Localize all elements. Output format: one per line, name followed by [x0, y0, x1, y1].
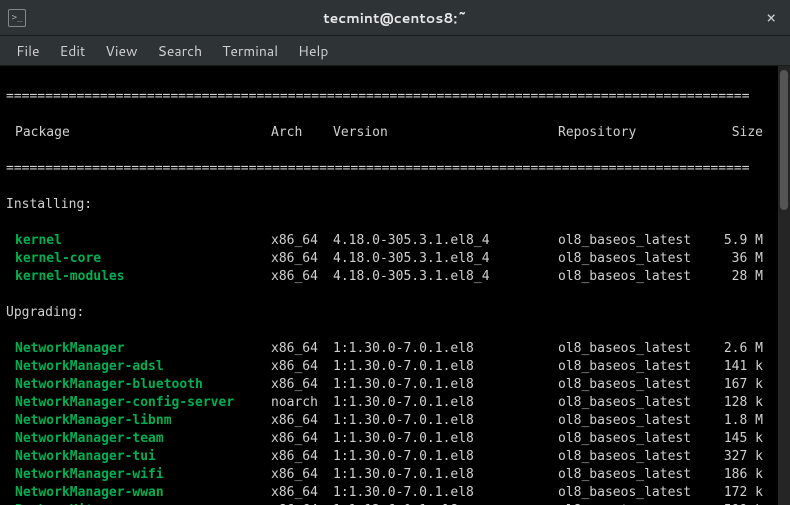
package-version: 1:1.30.0-7.0.1.el8 [333, 340, 558, 358]
package-repo: ol8_baseos_latest [558, 448, 713, 466]
package-version: 1:1.30.0-7.0.1.el8 [333, 448, 558, 466]
package-size: 327 k [713, 448, 763, 466]
package-arch: x86_64 [271, 484, 333, 502]
header-arch: Arch [271, 124, 333, 142]
package-arch: x86_64 [271, 466, 333, 484]
package-repo: ol8_baseos_latest [558, 430, 713, 448]
column-headers: PackageArchVersionRepositorySize [6, 124, 784, 142]
header-size: Size [713, 124, 763, 142]
package-arch: x86_64 [271, 358, 333, 376]
package-size: 145 k [713, 430, 763, 448]
menu-view[interactable]: View [95, 37, 147, 65]
package-arch: x86_64 [271, 232, 333, 250]
package-size: 128 k [713, 394, 763, 412]
package-row: kernel-modulesx86_644.18.0-305.3.1.el8_4… [6, 268, 784, 286]
menu-search[interactable]: Search [148, 37, 213, 65]
scrollbar[interactable] [778, 66, 790, 505]
package-repo: ol8_baseos_latest [558, 232, 713, 250]
header-package: Package [6, 124, 271, 142]
package-repo: ol8_baseos_latest [558, 268, 713, 286]
package-size: 28 M [713, 268, 763, 286]
package-size: 1.8 M [713, 412, 763, 430]
package-name: NetworkManager-team [6, 430, 271, 448]
package-repo: ol8_baseos_latest [558, 466, 713, 484]
package-arch: x86_64 [271, 250, 333, 268]
package-row: NetworkManager-config-servernoarch1:1.30… [6, 394, 784, 412]
package-row: NetworkManager-libnmx86_641:1.30.0-7.0.1… [6, 412, 784, 430]
package-row: NetworkManager-adslx86_641:1.30.0-7.0.1.… [6, 358, 784, 376]
package-size: 36 M [713, 250, 763, 268]
package-arch: x86_64 [271, 448, 333, 466]
package-version: 1:1.30.0-7.0.1.el8 [333, 394, 558, 412]
header-version: Version [333, 124, 558, 142]
package-repo: ol8_baseos_latest [558, 250, 713, 268]
package-name: NetworkManager-wifi [6, 466, 271, 484]
package-row: NetworkManager-wwanx86_641:1.30.0-7.0.1.… [6, 484, 784, 502]
package-row: NetworkManager-tuix86_641:1.30.0-7.0.1.e… [6, 448, 784, 466]
window-titlebar: >_ tecmint@centos8:~ × [0, 0, 790, 36]
package-version: 4.18.0-305.3.1.el8_4 [333, 250, 558, 268]
package-size: 5.9 M [713, 232, 763, 250]
package-row: NetworkManagerx86_641:1.30.0-7.0.1.el8ol… [6, 340, 784, 358]
package-name: kernel-core [6, 250, 271, 268]
package-version: 1:1.30.0-7.0.1.el8 [333, 430, 558, 448]
terminal-app-icon: >_ [8, 9, 26, 27]
package-repo: ol8_baseos_latest [558, 376, 713, 394]
package-row: kernel-corex86_644.18.0-305.3.1.el8_4ol8… [6, 250, 784, 268]
package-name: NetworkManager [6, 340, 271, 358]
menubar: File Edit View Search Terminal Help [0, 36, 790, 66]
package-size: 172 k [713, 484, 763, 502]
separator-top: ========================================… [6, 88, 784, 106]
package-name: kernel [6, 232, 271, 250]
scrollbar-thumb[interactable] [780, 70, 788, 210]
window-title: tecmint@centos8:~ [323, 8, 467, 28]
package-arch: x86_64 [271, 340, 333, 358]
package-row: NetworkManager-teamx86_641:1.30.0-7.0.1.… [6, 430, 784, 448]
package-row: kernelx86_644.18.0-305.3.1.el8_4ol8_base… [6, 232, 784, 250]
separator-bottom: ========================================… [6, 160, 784, 178]
package-name: kernel-modules [6, 268, 271, 286]
package-version: 1:1.30.0-7.0.1.el8 [333, 466, 558, 484]
menu-terminal[interactable]: Terminal [212, 37, 288, 65]
upgrading-section-label: Upgrading: [6, 304, 784, 322]
package-size: 167 k [713, 376, 763, 394]
package-repo: ol8_baseos_latest [558, 484, 713, 502]
package-name: NetworkManager-tui [6, 448, 271, 466]
package-arch: x86_64 [271, 430, 333, 448]
header-repository: Repository [558, 124, 713, 142]
package-version: 1:1.30.0-7.0.1.el8 [333, 484, 558, 502]
package-name: NetworkManager-libnm [6, 412, 271, 430]
package-version: 4.18.0-305.3.1.el8_4 [333, 232, 558, 250]
package-arch: x86_64 [271, 268, 333, 286]
menu-help[interactable]: Help [288, 37, 338, 65]
package-name: NetworkManager-bluetooth [6, 376, 271, 394]
package-row: NetworkManager-bluetoothx86_641:1.30.0-7… [6, 376, 784, 394]
close-button[interactable]: × [760, 8, 782, 27]
package-arch: x86_64 [271, 412, 333, 430]
package-repo: ol8_baseos_latest [558, 412, 713, 430]
package-name: NetworkManager-adsl [6, 358, 271, 376]
menu-file[interactable]: File [6, 37, 50, 65]
package-repo: ol8_baseos_latest [558, 358, 713, 376]
package-repo: ol8_baseos_latest [558, 340, 713, 358]
menu-edit[interactable]: Edit [50, 37, 96, 65]
package-version: 1:1.30.0-7.0.1.el8 [333, 376, 558, 394]
package-version: 1:1.30.0-7.0.1.el8 [333, 412, 558, 430]
package-size: 186 k [713, 466, 763, 484]
package-arch: noarch [271, 394, 333, 412]
package-row: NetworkManager-wifix86_641:1.30.0-7.0.1.… [6, 466, 784, 484]
package-size: 2.6 M [713, 340, 763, 358]
package-version: 4.18.0-305.3.1.el8_4 [333, 268, 558, 286]
terminal-output[interactable]: ========================================… [0, 66, 790, 505]
installing-section-label: Installing: [6, 196, 784, 214]
package-size: 141 k [713, 358, 763, 376]
package-repo: ol8_baseos_latest [558, 394, 713, 412]
package-arch: x86_64 [271, 376, 333, 394]
package-version: 1:1.30.0-7.0.1.el8 [333, 358, 558, 376]
package-name: NetworkManager-wwan [6, 484, 271, 502]
package-name: NetworkManager-config-server [6, 394, 271, 412]
